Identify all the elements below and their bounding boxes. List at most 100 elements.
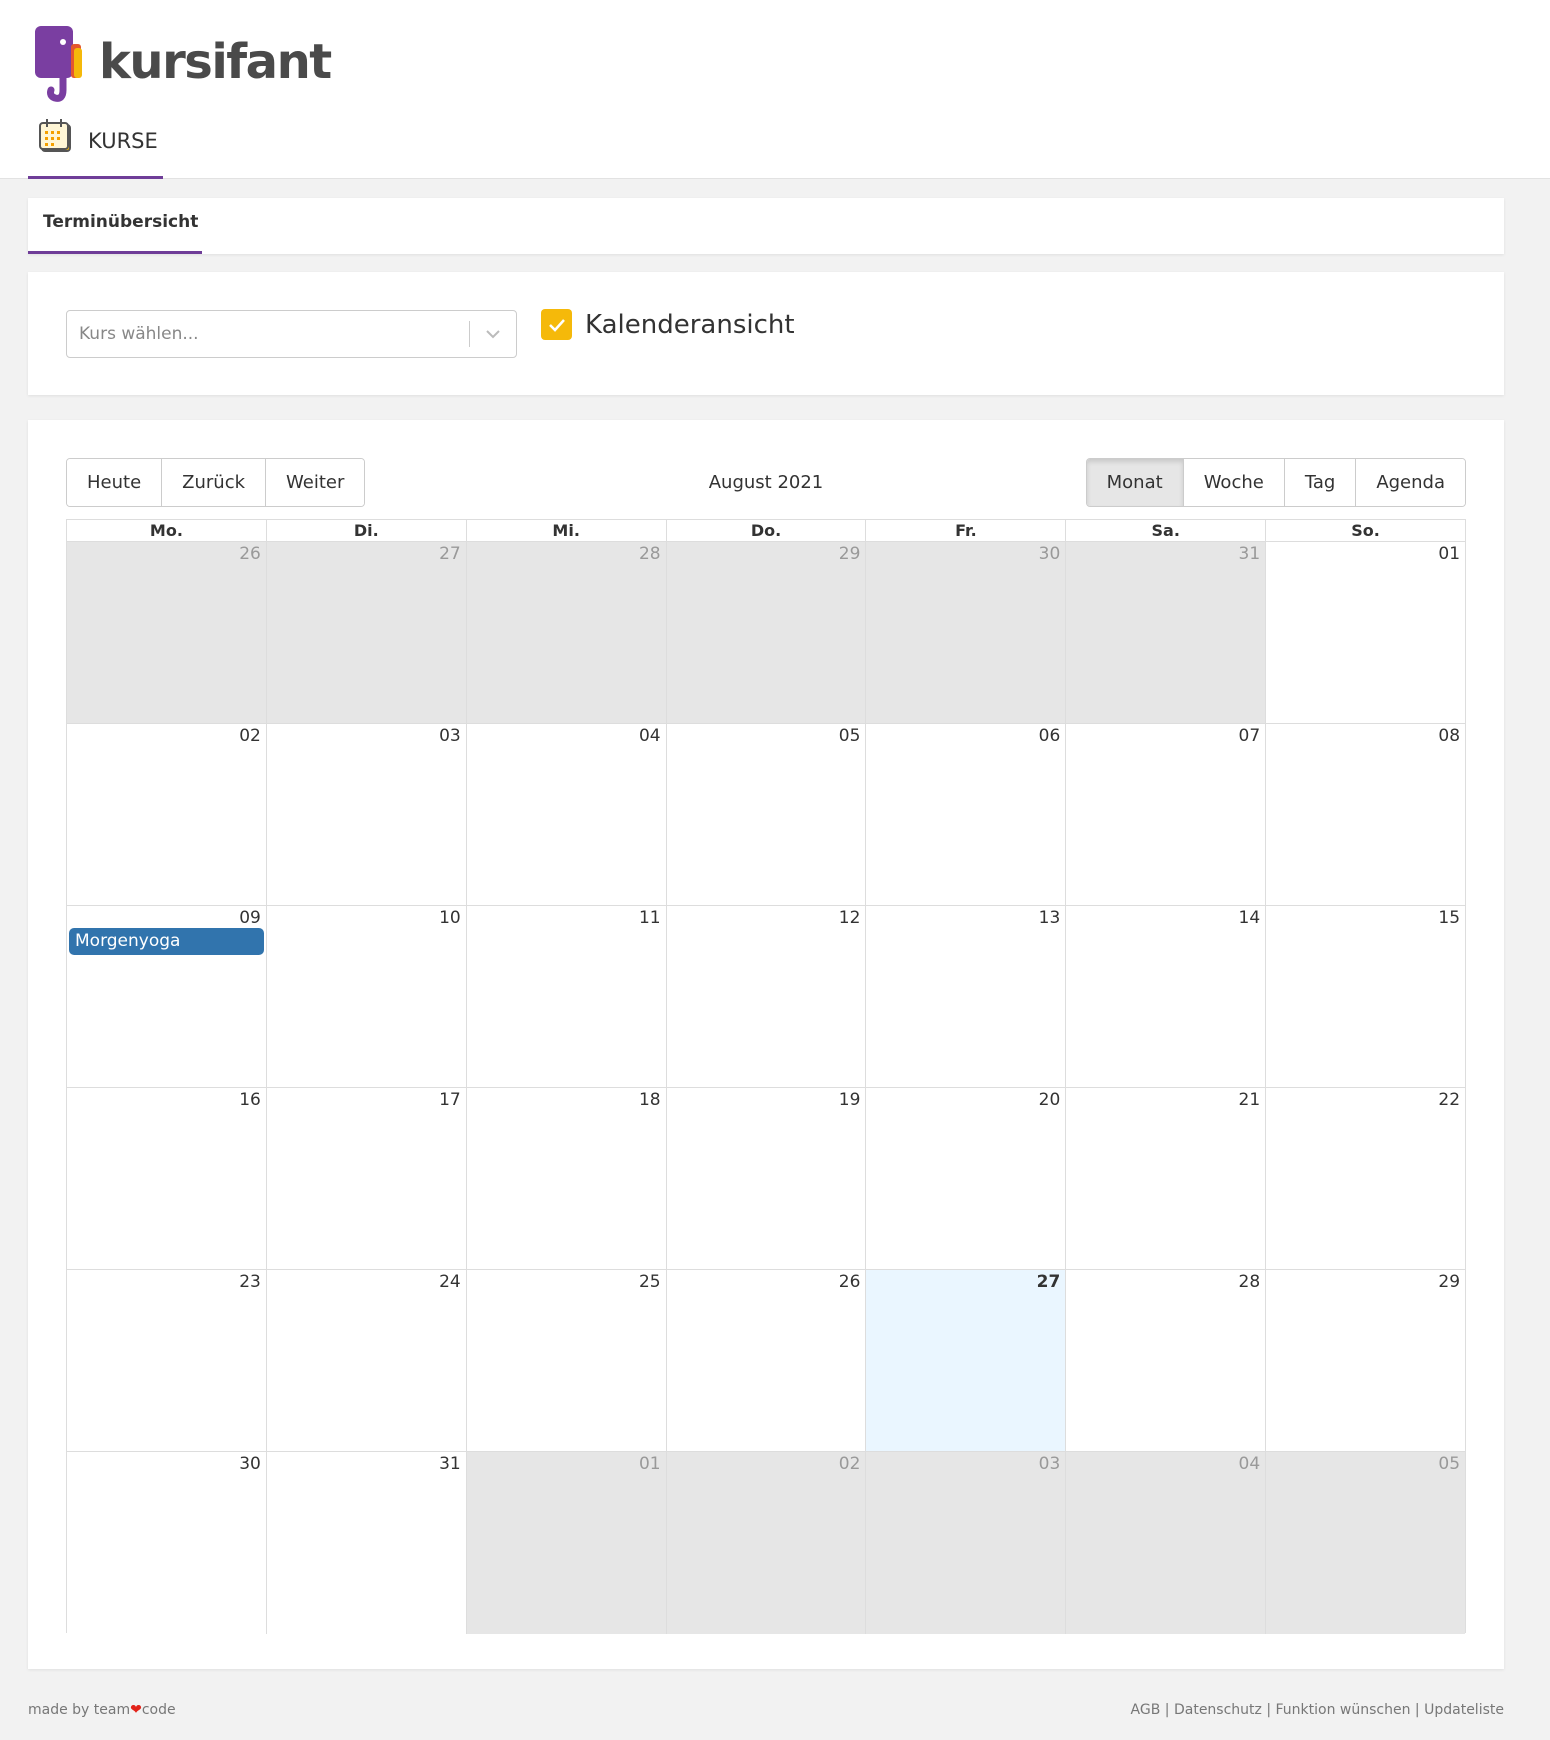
footer-link-updateliste[interactable]: Updateliste [1424,1702,1504,1718]
day-number[interactable]: 01 [639,1454,661,1474]
day-number[interactable]: 02 [839,1454,861,1474]
day-number[interactable]: 29 [839,544,861,564]
day-cell[interactable]: 04 [466,724,667,905]
day-number[interactable]: 09 [239,908,261,928]
day-cell[interactable]: 29 [666,542,867,723]
day-cell[interactable]: 31 [1066,542,1267,723]
view-day-button[interactable]: Tag [1284,459,1357,506]
day-cell[interactable]: 17 [266,1088,467,1269]
back-button[interactable]: Zurück [162,459,267,506]
day-cell[interactable]: 08 [1266,724,1466,905]
day-number[interactable]: 24 [439,1272,461,1292]
day-cell[interactable]: 25 [466,1270,667,1451]
day-number[interactable]: 30 [1039,544,1061,564]
day-number[interactable]: 07 [1239,726,1261,746]
day-number[interactable]: 22 [1438,1090,1460,1110]
day-cell[interactable]: 03 [266,724,467,905]
day-cell[interactable]: 16 [67,1088,267,1269]
day-cell[interactable]: 05 [1266,1452,1466,1634]
day-cell[interactable]: 20 [866,1088,1067,1269]
day-number[interactable]: 31 [439,1454,461,1474]
day-number[interactable]: 17 [439,1090,461,1110]
course-select[interactable]: Kurs wählen... [66,310,517,358]
day-number[interactable]: 31 [1239,544,1261,564]
day-number[interactable]: 03 [439,726,461,746]
day-cell[interactable]: 12 [666,906,867,1087]
day-cell[interactable]: 14 [1066,906,1267,1087]
day-number[interactable]: 02 [239,726,261,746]
day-cell[interactable]: 29 [1266,1270,1466,1451]
next-button[interactable]: Weiter [266,459,365,506]
day-number[interactable]: 05 [1438,1454,1460,1474]
day-cell[interactable]: 09 Morgenyoga [67,906,267,1087]
day-cell[interactable]: 10 [266,906,467,1087]
day-cell[interactable]: 30 [866,542,1067,723]
day-number[interactable]: 04 [639,726,661,746]
tab-terminuebersicht[interactable]: Terminübersicht [28,198,202,254]
day-number[interactable]: 27 [1037,1272,1061,1292]
day-number[interactable]: 19 [839,1090,861,1110]
day-number[interactable]: 18 [639,1090,661,1110]
day-cell[interactable]: 02 [67,724,267,905]
chevron-down-icon[interactable] [470,329,516,339]
day-number[interactable]: 23 [239,1272,261,1292]
day-number[interactable]: 21 [1239,1090,1261,1110]
day-cell[interactable]: 15 [1266,906,1466,1087]
day-cell[interactable]: 13 [866,906,1067,1087]
day-number[interactable]: 28 [1239,1272,1261,1292]
calendar-event[interactable]: Morgenyoga [69,928,264,955]
day-cell[interactable]: 06 [866,724,1067,905]
day-cell[interactable]: 01 [466,1452,667,1634]
day-cell[interactable]: 18 [466,1088,667,1269]
day-number[interactable]: 15 [1438,908,1460,928]
view-month-button[interactable]: Monat [1086,459,1184,506]
day-cell[interactable]: 28 [1066,1270,1267,1451]
day-cell[interactable]: 04 [1066,1452,1267,1634]
day-number[interactable]: 30 [239,1454,261,1474]
day-cell[interactable]: 27 [266,542,467,723]
day-number[interactable]: 14 [1239,908,1261,928]
day-cell[interactable]: 26 [666,1270,867,1451]
day-cell[interactable]: 07 [1066,724,1267,905]
footer-link-agb[interactable]: AGB [1131,1702,1161,1718]
day-cell[interactable]: 01 [1266,542,1466,723]
today-button[interactable]: Heute [67,459,163,506]
day-number[interactable]: 28 [639,544,661,564]
day-cell[interactable]: 30 [67,1452,267,1634]
brand-logo[interactable]: kursifant [33,22,332,102]
day-number[interactable]: 12 [839,908,861,928]
day-number[interactable]: 26 [839,1272,861,1292]
calendar-view-checkbox[interactable] [541,309,572,340]
day-number[interactable]: 13 [1039,908,1061,928]
day-number[interactable]: 08 [1438,726,1460,746]
day-number[interactable]: 03 [1039,1454,1061,1474]
day-cell[interactable]: 21 [1066,1088,1267,1269]
view-agenda-button[interactable]: Agenda [1356,459,1465,506]
day-cell[interactable]: 02 [666,1452,867,1634]
day-number[interactable]: 01 [1438,544,1460,564]
day-cell[interactable]: 28 [466,542,667,723]
day-number[interactable]: 25 [639,1272,661,1292]
day-number[interactable]: 26 [239,544,261,564]
day-number[interactable]: 11 [639,908,661,928]
day-number[interactable]: 06 [1039,726,1061,746]
day-number[interactable]: 27 [439,544,461,564]
day-cell-today[interactable]: 27 [866,1270,1067,1451]
day-cell[interactable]: 19 [666,1088,867,1269]
view-week-button[interactable]: Woche [1183,459,1285,506]
day-cell[interactable]: 31 [266,1452,467,1634]
day-cell[interactable]: 03 [866,1452,1067,1634]
day-cell[interactable]: 05 [666,724,867,905]
day-number[interactable]: 04 [1239,1454,1261,1474]
footer-link-datenschutz[interactable]: Datenschutz [1174,1702,1262,1718]
footer-link-funktion-wuenschen[interactable]: Funktion wünschen [1276,1702,1411,1718]
day-cell[interactable]: 22 [1266,1088,1466,1269]
nav-tab-kurse[interactable]: KURSE [28,117,163,179]
day-number[interactable]: 05 [839,726,861,746]
day-number[interactable]: 29 [1438,1272,1460,1292]
day-cell[interactable]: 24 [266,1270,467,1451]
calendar-view-toggle[interactable]: Kalenderansicht [541,309,795,340]
day-cell[interactable]: 23 [67,1270,267,1451]
day-number[interactable]: 16 [239,1090,261,1110]
day-cell[interactable]: 11 [466,906,667,1087]
